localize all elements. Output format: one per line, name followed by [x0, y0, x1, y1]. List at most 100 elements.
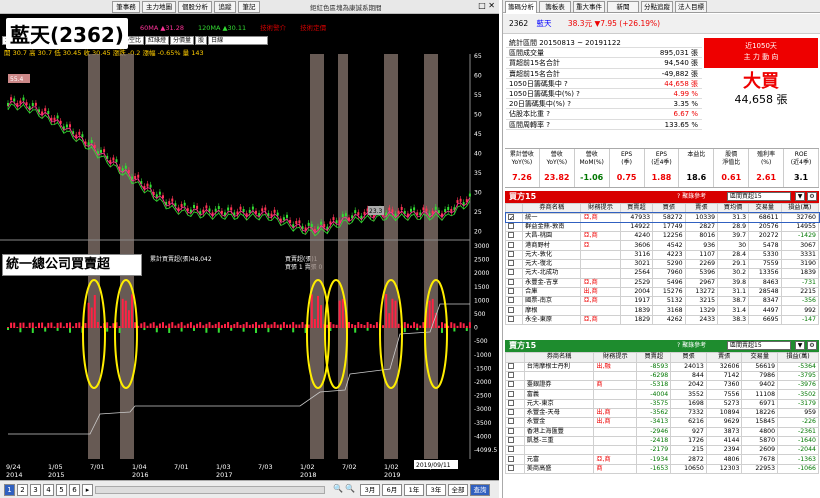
scroll-track[interactable] [95, 486, 325, 494]
tab-2[interactable]: 重大事件 [573, 1, 605, 13]
checkbox-icon[interactable] [508, 381, 514, 388]
table-row[interactable]: 永豐金 出,商 -3413 6216 9629 15845 -226 [505, 417, 819, 428]
tab-5[interactable]: 法人目標 [675, 1, 707, 13]
top-button-1[interactable]: 主力地圖 [142, 1, 176, 13]
checkbox-icon[interactable] [508, 232, 514, 239]
column-header[interactable]: 券商名稱 [523, 352, 595, 363]
checkbox-icon[interactable] [508, 250, 514, 257]
checkbox-icon[interactable] [508, 288, 514, 295]
checkbox-icon[interactable] [508, 464, 514, 471]
checkbox-icon[interactable] [508, 437, 514, 444]
table-row[interactable]: 國票-南京 亞,商 1917 5132 3215 38.7 8347 -356 [504, 296, 820, 307]
row-checkbox[interactable] [504, 258, 524, 270]
column-header[interactable]: 損益(萬) [777, 352, 819, 363]
column-header[interactable]: 買張 [670, 352, 707, 363]
top-button-0[interactable]: 筆事務 [112, 1, 140, 13]
row-checkbox[interactable] [505, 407, 525, 419]
row-checkbox[interactable] [505, 398, 525, 410]
checkbox-icon[interactable] [508, 306, 514, 313]
checkbox-icon[interactable] [508, 409, 514, 416]
row-checkbox[interactable] [504, 268, 524, 279]
row-checkbox[interactable] [504, 231, 524, 242]
range-button-5[interactable]: 查詢 [470, 484, 490, 496]
top-button-4[interactable]: 筆記 [238, 1, 260, 13]
checkbox-icon[interactable]: ✓ [508, 213, 514, 222]
zoom-out-icon[interactable]: 🔍 [333, 484, 343, 493]
column-header[interactable]: 買賣超 [619, 203, 654, 214]
column-header[interactable]: 買張 [652, 203, 686, 214]
checkbox-icon[interactable] [508, 446, 514, 453]
table-row[interactable]: 永豐金-吉享 亞,商 2529 5496 2967 39.8 8463 -731 [504, 277, 820, 288]
column-header[interactable] [504, 203, 524, 214]
table-row[interactable]: 元大-東京 -3575 1698 5273 6971 -3179 [505, 398, 819, 410]
row-checkbox[interactable] [505, 361, 525, 372]
page-button-6[interactable]: ▸ [82, 484, 93, 496]
row-checkbox[interactable] [505, 417, 525, 428]
checkbox-icon[interactable] [508, 297, 514, 304]
row-checkbox[interactable] [504, 221, 524, 233]
checkbox-icon[interactable] [508, 260, 514, 267]
window-controls[interactable]: □ ✕ [478, 1, 495, 10]
row-checkbox[interactable] [505, 445, 525, 456]
table-row[interactable]: 元大-敦化 3116 4223 1107 28.4 5330 3331 [504, 249, 820, 261]
column-header[interactable]: 賣張 [684, 203, 719, 214]
table-row[interactable]: 富義 -4004 3552 7556 11108 -3502 [505, 389, 819, 400]
column-header[interactable]: 買賣超 [636, 352, 672, 363]
top-button-3[interactable]: 追蹤 [214, 1, 236, 13]
column-header[interactable]: 財務提示 [593, 352, 638, 363]
checkbox-icon[interactable] [508, 241, 514, 248]
tab-3[interactable]: 新聞 [607, 1, 639, 13]
row-checkbox[interactable] [505, 380, 525, 391]
row-checkbox[interactable] [504, 314, 524, 326]
checkbox-icon[interactable] [508, 362, 514, 369]
table-row[interactable]: 臺銀證券商 -5318 2042 7360 9402 -3976 [505, 380, 819, 391]
row-checkbox[interactable] [504, 240, 524, 251]
column-header[interactable]: 交易量 [741, 352, 779, 363]
range-button-4[interactable]: 全部 [448, 484, 468, 496]
page-button-5[interactable]: 6 [69, 484, 80, 496]
buy-hint[interactable]: ? 聚錄參考 [677, 191, 706, 203]
table-row[interactable]: 永全-東原 亞,商 1829 4262 2433 38.3 6695 -147 [504, 314, 820, 326]
checkbox-icon[interactable] [508, 418, 514, 425]
row-checkbox[interactable] [505, 426, 525, 437]
row-checkbox[interactable] [504, 249, 524, 261]
checkbox-icon[interactable] [508, 390, 514, 397]
table-row[interactable]: 群益金鼎-敦南 14922 17749 2827 28.9 20576 14955 [504, 221, 820, 233]
column-header[interactable]: 買均價 [717, 203, 750, 214]
row-checkbox[interactable] [505, 389, 525, 400]
checkbox-icon[interactable] [508, 427, 514, 434]
table-row[interactable]: 台灣摩根士丹利 出,融 -8593 24013 32606 56619 -5364 [505, 361, 819, 372]
page-button-2[interactable]: 3 [30, 484, 41, 496]
table-row[interactable]: 港商野村亞 3606 4542 936 30 5478 3067 [504, 240, 820, 251]
table-row[interactable]: 永豐金-天母 出,商 -3562 7332 10894 18226 959 [505, 407, 819, 419]
zoom-in-icon[interactable]: 🔍 [345, 484, 355, 493]
checkbox-icon[interactable] [508, 269, 514, 276]
column-header[interactable]: 交易量 [748, 203, 782, 214]
buy-settings-button[interactable]: ⚙ [807, 192, 817, 201]
range-button-3[interactable]: 3年 [426, 484, 446, 496]
checkbox-icon[interactable] [508, 315, 514, 322]
table-row[interactable]: 元大-北成功 2564 7960 5396 30.2 13356 1839 [504, 268, 820, 279]
page-button-3[interactable]: 4 [43, 484, 54, 496]
column-header[interactable]: 損益(萬) [780, 203, 820, 214]
table-row[interactable]: 合庫 出,商 2004 15276 13272 31.1 28548 2215 [504, 286, 820, 298]
tab-0[interactable]: 籌碼分析 [505, 1, 537, 13]
row-checkbox[interactable] [504, 286, 524, 298]
column-header[interactable]: 賣張 [705, 352, 743, 363]
table-row[interactable]: 摩根 1839 3168 1329 31.4 4497 992 [504, 305, 820, 316]
sell-settings-button[interactable]: ⚙ [807, 341, 817, 350]
checkbox-icon[interactable] [508, 222, 514, 229]
row-checkbox[interactable] [505, 463, 525, 475]
page-button-1[interactable]: 2 [17, 484, 28, 496]
sell-range-select[interactable]: 區間賣超15 [727, 341, 791, 350]
price-chart[interactable]: 藍天(2362) 60MA ▲31.28 120MA ▲30.11 技術警介 技術定價… [0, 14, 499, 480]
row-checkbox[interactable] [504, 277, 524, 288]
table-row[interactable]: 美商高盛商 -1653 10650 12303 22953 -1066 [505, 463, 819, 475]
checkbox-icon[interactable] [508, 455, 514, 462]
column-header[interactable]: 財務提示 [580, 203, 621, 214]
table-row[interactable]: ✓ 統一 亞,商 47933 58272 10339 31.3 68611 32760 [504, 211, 820, 224]
range-button-2[interactable]: 1年 [404, 484, 424, 496]
row-checkbox[interactable] [504, 296, 524, 307]
checkbox-icon[interactable] [508, 399, 514, 406]
sell-menu-button[interactable]: ▼ [795, 341, 805, 350]
